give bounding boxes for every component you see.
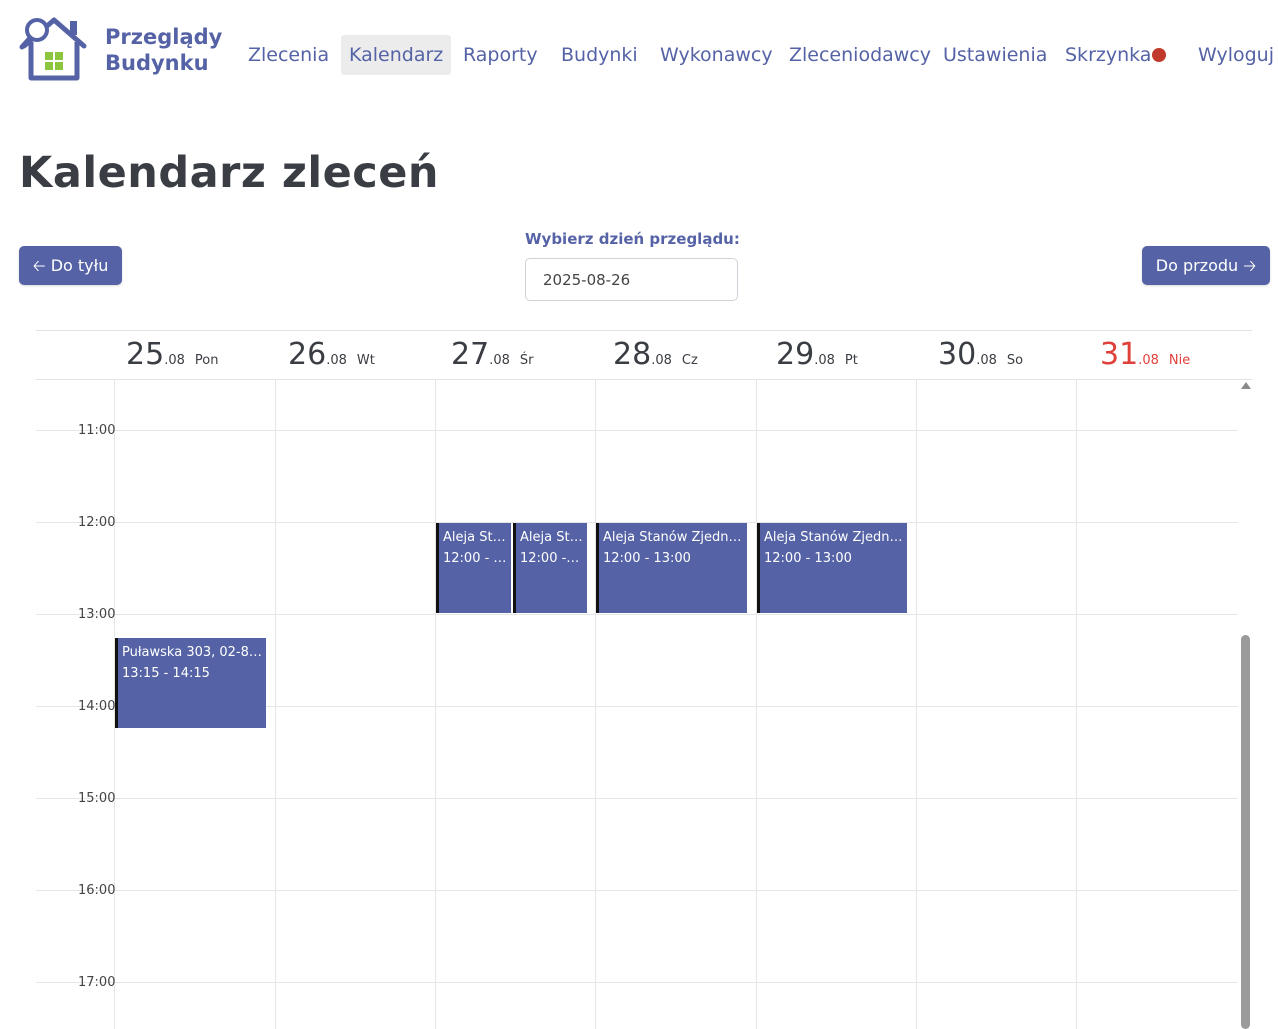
day-number: 25 <box>126 337 165 372</box>
nav-raporty[interactable]: Raporty <box>455 35 546 75</box>
column-divider <box>275 379 276 1029</box>
event-title: Aleja Stanów Zjednoc... <box>603 530 743 545</box>
event-time: 12:00 - 13:00 <box>764 551 852 566</box>
event-title: Aleja Stanów Zjednoc... <box>764 530 903 545</box>
time-label: 11:00 <box>78 423 116 438</box>
event-title: Aleja Sta... <box>443 530 507 545</box>
hour-line <box>36 982 1238 983</box>
column-divider <box>1076 379 1077 1029</box>
day-number: 27 <box>451 337 490 372</box>
day-header-thu[interactable]: 28.08 Cz <box>613 337 698 372</box>
day-header-mon[interactable]: 25.08 Pon <box>126 337 218 372</box>
main-nav: Zlecenia Kalendarz Raporty Budynki Wykon… <box>0 0 1278 110</box>
day-month: .08 <box>164 353 185 368</box>
time-label: 13:00 <box>78 607 116 622</box>
nav-wyloguj[interactable]: Wyloguj <box>1190 35 1278 75</box>
calendar-event[interactable]: Puławska 303, 02-885... 13:15 - 14:15 <box>115 638 266 728</box>
event-title: Puławska 303, 02-885... <box>122 645 262 660</box>
date-picker-label: Wybierz dzień przeglądu: <box>525 230 740 248</box>
day-month: .08 <box>814 353 835 368</box>
column-divider <box>595 379 596 1029</box>
hour-line <box>36 430 1238 431</box>
calendar-event[interactable]: Aleja Sta... 12:00 - 1... <box>513 523 587 613</box>
nav-skrzynka[interactable]: Skrzynka <box>1057 35 1159 75</box>
day-number: 29 <box>776 337 815 372</box>
scrollbar-thumb[interactable] <box>1241 635 1250 1029</box>
arrow-left-icon: 🡠 <box>32 256 51 275</box>
calendar-event[interactable]: Aleja Stanów Zjednoc... 12:00 - 13:00 <box>596 523 747 613</box>
nav-wykonawcy[interactable]: Wykonawcy <box>652 35 781 75</box>
day-month: .08 <box>489 353 510 368</box>
hour-line <box>36 798 1238 799</box>
time-label: 17:00 <box>78 975 116 990</box>
event-time: 13:15 - 14:15 <box>122 666 210 681</box>
event-title: Aleja Sta... <box>520 530 583 545</box>
calendar-header: 25.08 Pon 26.08 Wt 27.08 Śr 28.08 Cz 29.08 Pt… <box>36 330 1252 380</box>
day-name: Nie <box>1168 353 1191 368</box>
day-number: 26 <box>288 337 327 372</box>
day-month: .08 <box>326 353 347 368</box>
forward-button[interactable]: Do przodu 🡢 <box>1142 246 1270 285</box>
time-label: 16:00 <box>78 883 116 898</box>
day-name: Cz <box>681 353 698 368</box>
day-month: .08 <box>976 353 997 368</box>
date-input[interactable]: 2025-08-26 <box>525 258 738 301</box>
calendar-scrollbar[interactable] <box>1240 382 1251 1029</box>
event-time: 12:00 - 1... <box>443 551 507 566</box>
nav-zleceniodawcy[interactable]: Zleceniodawcy <box>781 35 939 75</box>
nav-kalendarz[interactable]: Kalendarz <box>341 35 452 75</box>
calendar-grid: 11:00 12:00 13:00 14:00 15:00 16:00 17:0… <box>36 379 1238 1029</box>
column-divider <box>916 379 917 1029</box>
day-month: .08 <box>1138 353 1159 368</box>
day-header-sat[interactable]: 30.08 So <box>938 337 1023 372</box>
day-header-tue[interactable]: 26.08 Wt <box>288 337 375 372</box>
day-number: 28 <box>613 337 652 372</box>
day-name: Wt <box>356 353 375 368</box>
day-name: Śr <box>519 353 534 368</box>
nav-ustawienia[interactable]: Ustawienia <box>935 35 1055 75</box>
inbox-notification-dot <box>1152 48 1166 62</box>
day-header-fri[interactable]: 29.08 Pt <box>776 337 858 372</box>
calendar-event[interactable]: Aleja Stanów Zjednoc... 12:00 - 13:00 <box>757 523 907 613</box>
arrow-right-icon: 🡢 <box>1238 256 1257 275</box>
day-number: 31 <box>1100 337 1139 372</box>
column-divider <box>756 379 757 1029</box>
day-name: Pon <box>194 353 219 368</box>
column-divider <box>435 379 436 1029</box>
hour-line <box>36 890 1238 891</box>
nav-budynki[interactable]: Budynki <box>553 35 646 75</box>
day-number: 30 <box>938 337 977 372</box>
event-time: 12:00 - 1... <box>520 551 583 566</box>
time-label: 15:00 <box>78 791 116 806</box>
nav-zlecenia[interactable]: Zlecenia <box>240 35 337 75</box>
day-header-sun[interactable]: 31.08 Nie <box>1100 337 1190 372</box>
day-header-wed[interactable]: 27.08 Śr <box>451 337 533 372</box>
forward-button-label: Do przodu <box>1155 256 1239 275</box>
time-label: 12:00 <box>78 515 116 530</box>
back-button[interactable]: 🡠 Do tyłu <box>19 246 122 285</box>
calendar-event[interactable]: Aleja Sta... 12:00 - 1... <box>436 523 511 613</box>
day-month: .08 <box>651 353 672 368</box>
back-button-label: Do tyłu <box>50 256 109 275</box>
scroll-up-arrow-icon[interactable] <box>1241 382 1251 389</box>
page-title: Kalendarz zleceń <box>19 148 440 198</box>
event-time: 12:00 - 13:00 <box>603 551 691 566</box>
day-name: Pt <box>844 353 858 368</box>
time-label: 14:00 <box>78 699 116 714</box>
day-name: So <box>1006 353 1024 368</box>
hour-line <box>36 614 1238 615</box>
